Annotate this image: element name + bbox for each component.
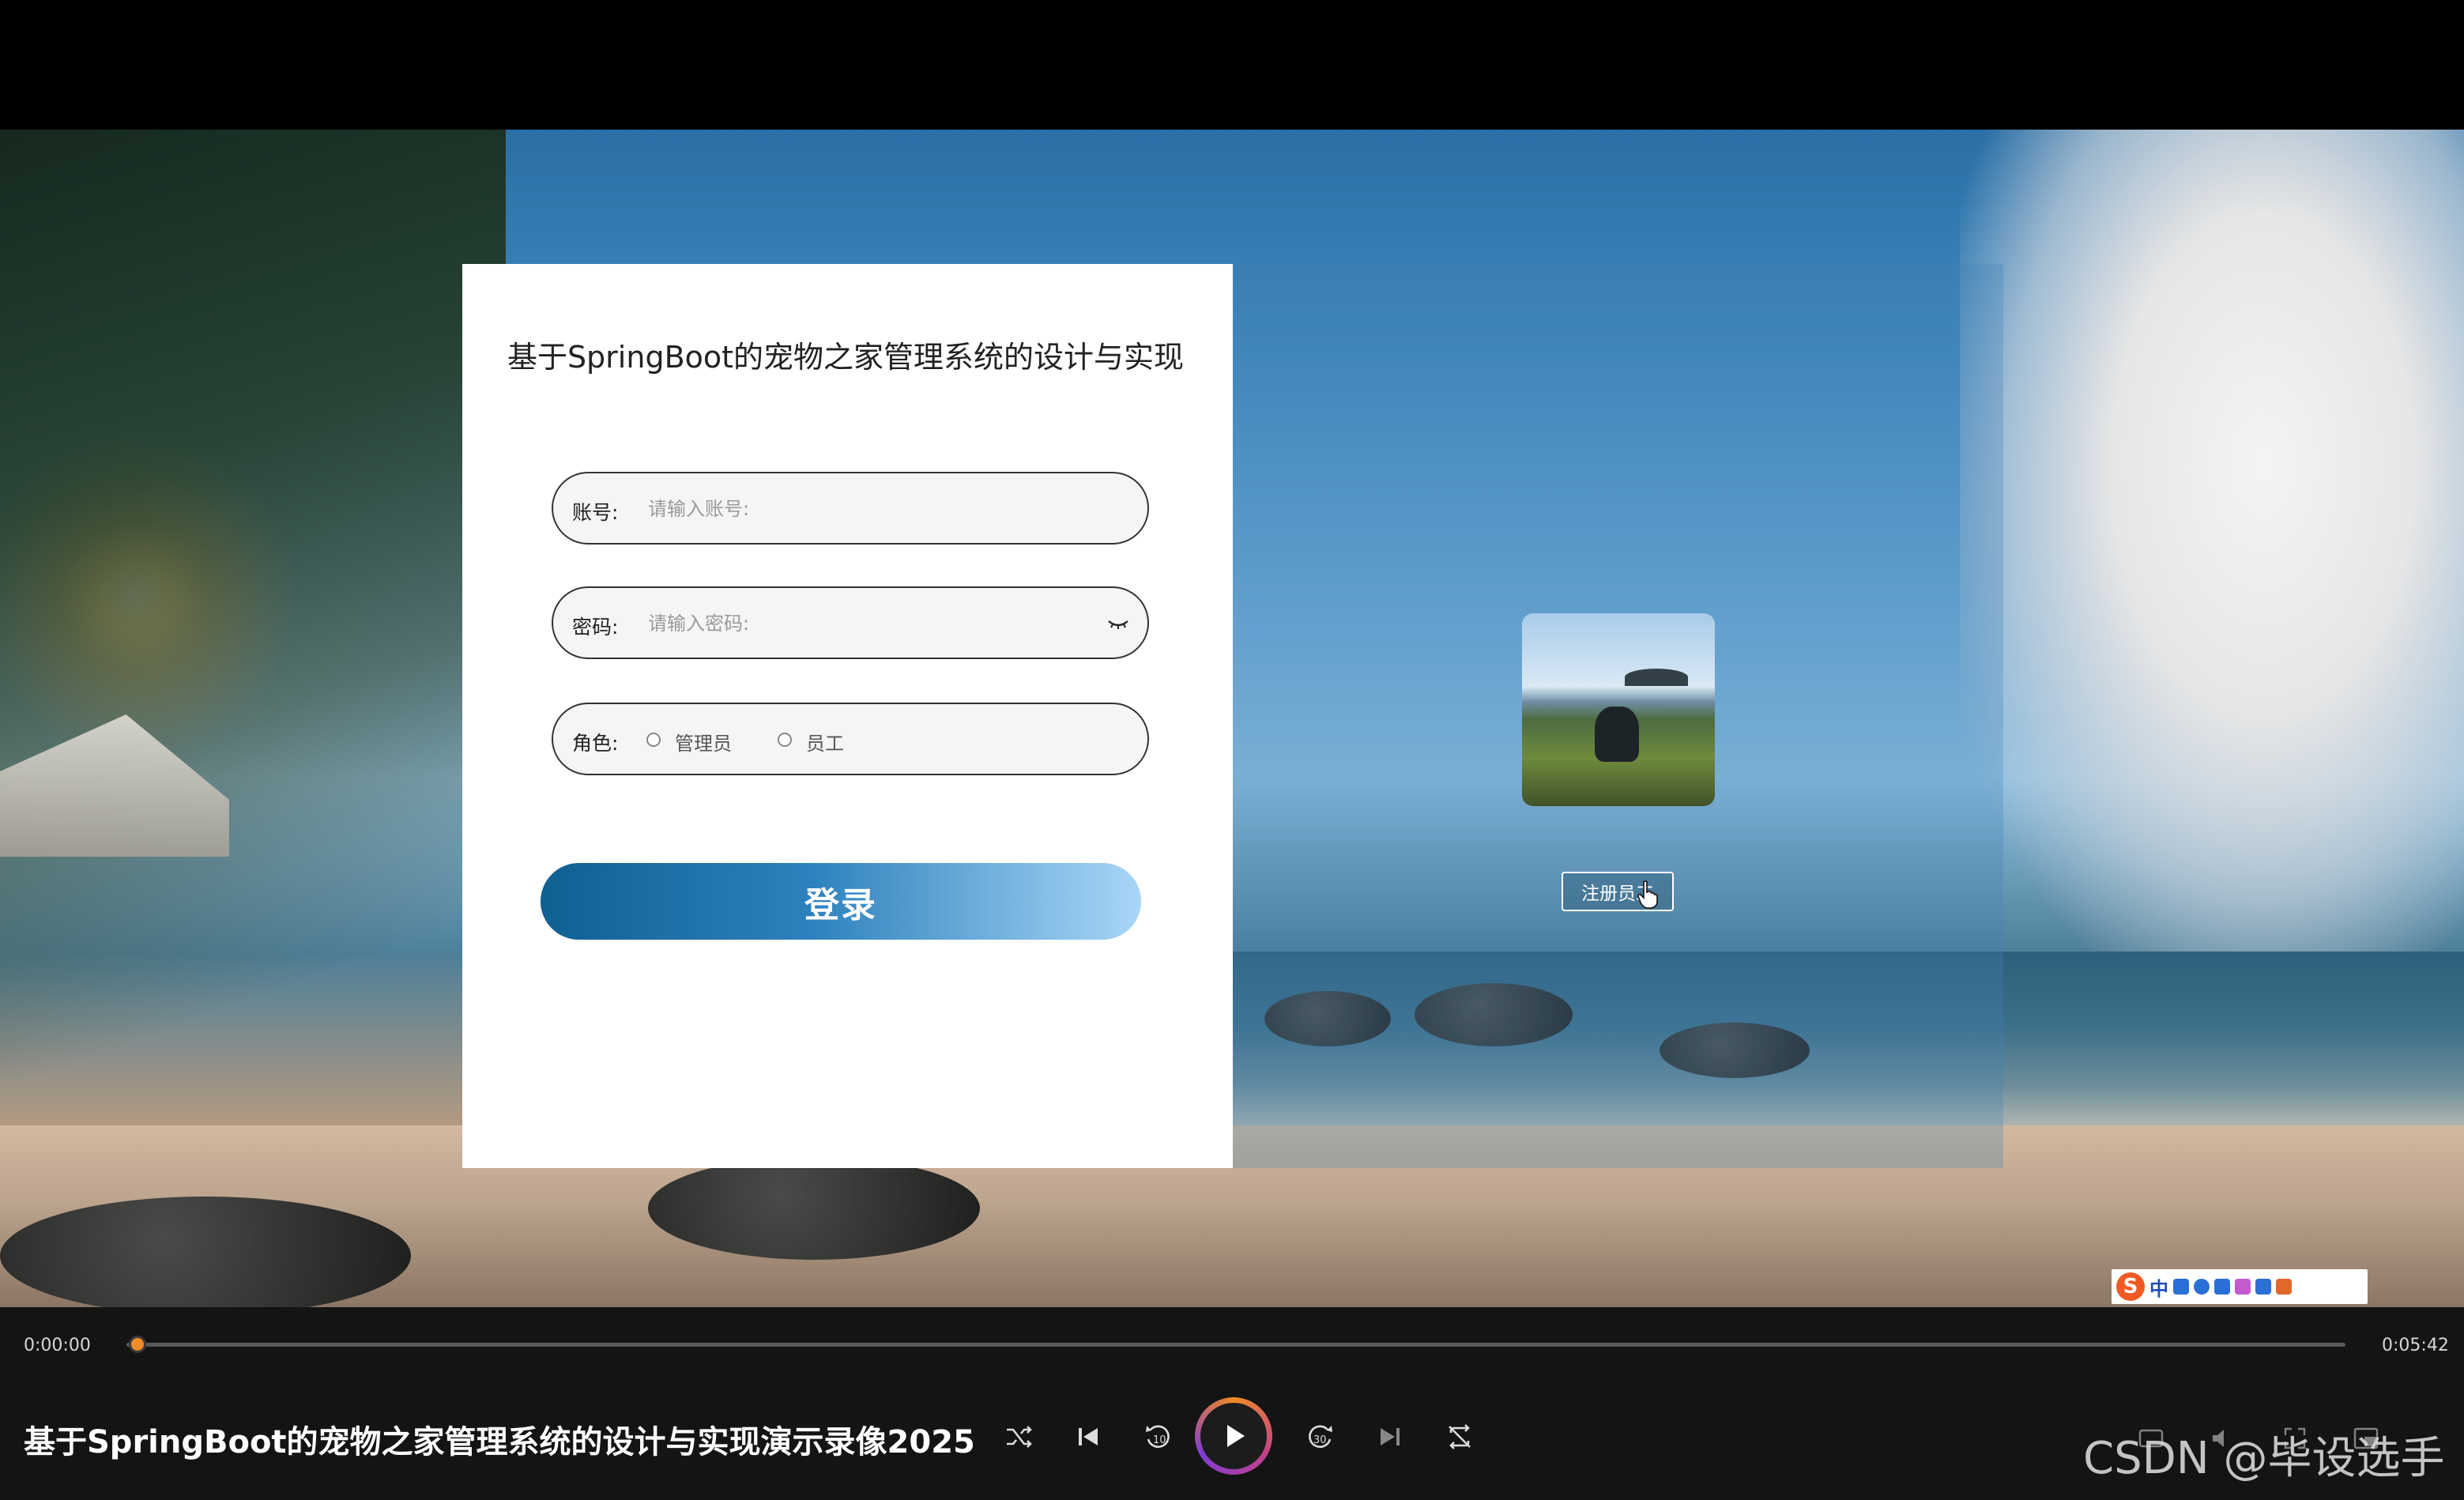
play-icon — [1227, 1425, 1245, 1447]
more-icon[interactable] — [2276, 1279, 2292, 1295]
rewind-10-icon[interactable]: 10 — [1140, 1419, 1176, 1455]
role-radio-employee[interactable] — [778, 733, 792, 747]
password-input[interactable] — [646, 602, 1092, 645]
account-field[interactable]: 账号: — [552, 472, 1149, 545]
role-label-admin: 管理员 — [675, 733, 732, 755]
avatar-image — [1522, 613, 1715, 806]
role-label: 角色: — [572, 732, 619, 755]
login-title: 基于SpringBoot的宠物之家管理系统的设计与实现 — [507, 340, 1185, 375]
eye-closed-icon[interactable] — [1106, 613, 1130, 634]
island-shape — [1625, 669, 1688, 686]
punctuation-icon[interactable] — [2173, 1279, 2189, 1295]
rock — [648, 1157, 980, 1260]
microphone-icon[interactable] — [2194, 1279, 2210, 1295]
watermark-text: CSDN @毕设选手 — [2083, 1433, 2445, 1484]
forward-30-icon[interactable]: 30 — [1302, 1419, 1339, 1455]
role-field: 角色: 管理员 员工 — [552, 703, 1149, 775]
play-button-inner — [1200, 1403, 1267, 1469]
shuffle-icon[interactable] — [1000, 1419, 1037, 1455]
role-radio-admin[interactable] — [646, 733, 661, 747]
role-label-employee: 员工 — [806, 733, 844, 755]
video-title: 基于SpringBoot的宠物之家管理系统的设计与实现演示录像2025 — [24, 1424, 975, 1460]
current-time: 0:00:00 — [24, 1336, 91, 1355]
account-label: 账号: — [572, 501, 619, 524]
skin-icon[interactable] — [2235, 1279, 2251, 1295]
person-figure — [1595, 707, 1639, 762]
palm-trees-background — [0, 130, 506, 1078]
login-button[interactable]: 登录 — [541, 863, 1141, 940]
password-label: 密码: — [572, 616, 619, 639]
repeat-off-icon[interactable] — [1441, 1419, 1478, 1455]
account-input[interactable] — [646, 488, 1092, 530]
rock — [0, 1197, 411, 1307]
seek-handle[interactable] — [129, 1336, 146, 1353]
ime-toolbar: S 中 — [2112, 1269, 2368, 1304]
svg-text:10: 10 — [1153, 1434, 1166, 1446]
svg-text:30: 30 — [1313, 1434, 1327, 1446]
ime-language-toggle[interactable]: 中 — [2149, 1273, 2168, 1301]
password-field[interactable]: 密码: — [552, 586, 1149, 659]
play-button[interactable] — [1195, 1397, 1272, 1475]
previous-icon[interactable] — [1070, 1419, 1106, 1455]
sogou-logo-icon[interactable]: S — [2116, 1272, 2145, 1301]
seek-bar[interactable] — [126, 1343, 2345, 1347]
hand-cursor-icon — [1637, 880, 1658, 909]
toolbox-icon[interactable] — [2255, 1279, 2271, 1295]
next-icon[interactable] — [1372, 1419, 1408, 1455]
cloud-background — [1960, 130, 2464, 967]
total-time: 0:05:42 — [2382, 1336, 2449, 1355]
keyboard-icon[interactable] — [2214, 1279, 2230, 1295]
